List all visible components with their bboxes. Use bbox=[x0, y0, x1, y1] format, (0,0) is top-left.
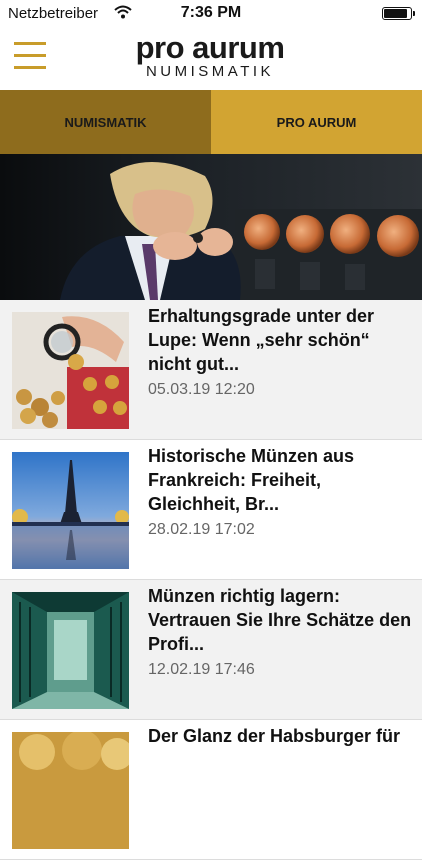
article-title: Münzen richtig lagern: Vertrauen Sie Ihr… bbox=[148, 586, 412, 654]
article-thumbnail bbox=[12, 312, 129, 429]
article-date: 12.02.19 17:46 bbox=[148, 661, 255, 678]
article-item[interactable]: Erhaltungsgrade unter der Lupe: Wenn „se… bbox=[0, 300, 422, 440]
article-item[interactable]: Münzen richtig lagern: Vertrauen Sie Ihr… bbox=[0, 580, 422, 720]
app-header: pro aurum NUMISMATIK bbox=[0, 28, 422, 90]
status-bar: Netzbetreiber 7:36 PM bbox=[0, 0, 422, 28]
battery-level bbox=[384, 9, 407, 18]
article-title: Historische Münzen aus Frankreich: Freih… bbox=[148, 446, 355, 514]
article-item[interactable]: Der Glanz der Habsburger für bbox=[0, 720, 422, 860]
article-title: Der Glanz der Habsburger für bbox=[148, 726, 401, 746]
pro-aurum-logo: pro aurum NUMISMATIK bbox=[120, 32, 300, 82]
article-list: Erhaltungsgrade unter der Lupe: Wenn „se… bbox=[0, 300, 422, 860]
status-time: 7:36 PM bbox=[180, 4, 242, 21]
tab-pro-aurum[interactable]: PRO AURUM bbox=[211, 90, 422, 154]
article-thumbnail bbox=[12, 592, 129, 709]
article-thumbnail bbox=[12, 452, 129, 569]
battery-icon bbox=[382, 7, 415, 20]
article-date: 28.02.19 17:02 bbox=[148, 521, 255, 538]
hamburger-menu-icon[interactable] bbox=[14, 42, 46, 70]
logo-top-text: pro aurum bbox=[135, 30, 285, 65]
category-tabs: NUMISMATIK PRO AURUM bbox=[0, 90, 422, 154]
article-title: Erhaltungsgrade unter der Lupe: Wenn „se… bbox=[148, 306, 375, 374]
article-item[interactable]: Historische Münzen aus Frankreich: Freih… bbox=[0, 440, 422, 580]
article-date: 05.03.19 12:20 bbox=[148, 381, 255, 398]
logo-bottom-text: NUMISMATIK bbox=[145, 63, 275, 80]
tab-numismatik[interactable]: NUMISMATIK bbox=[0, 90, 211, 154]
hero-banner-image[interactable] bbox=[0, 154, 422, 300]
